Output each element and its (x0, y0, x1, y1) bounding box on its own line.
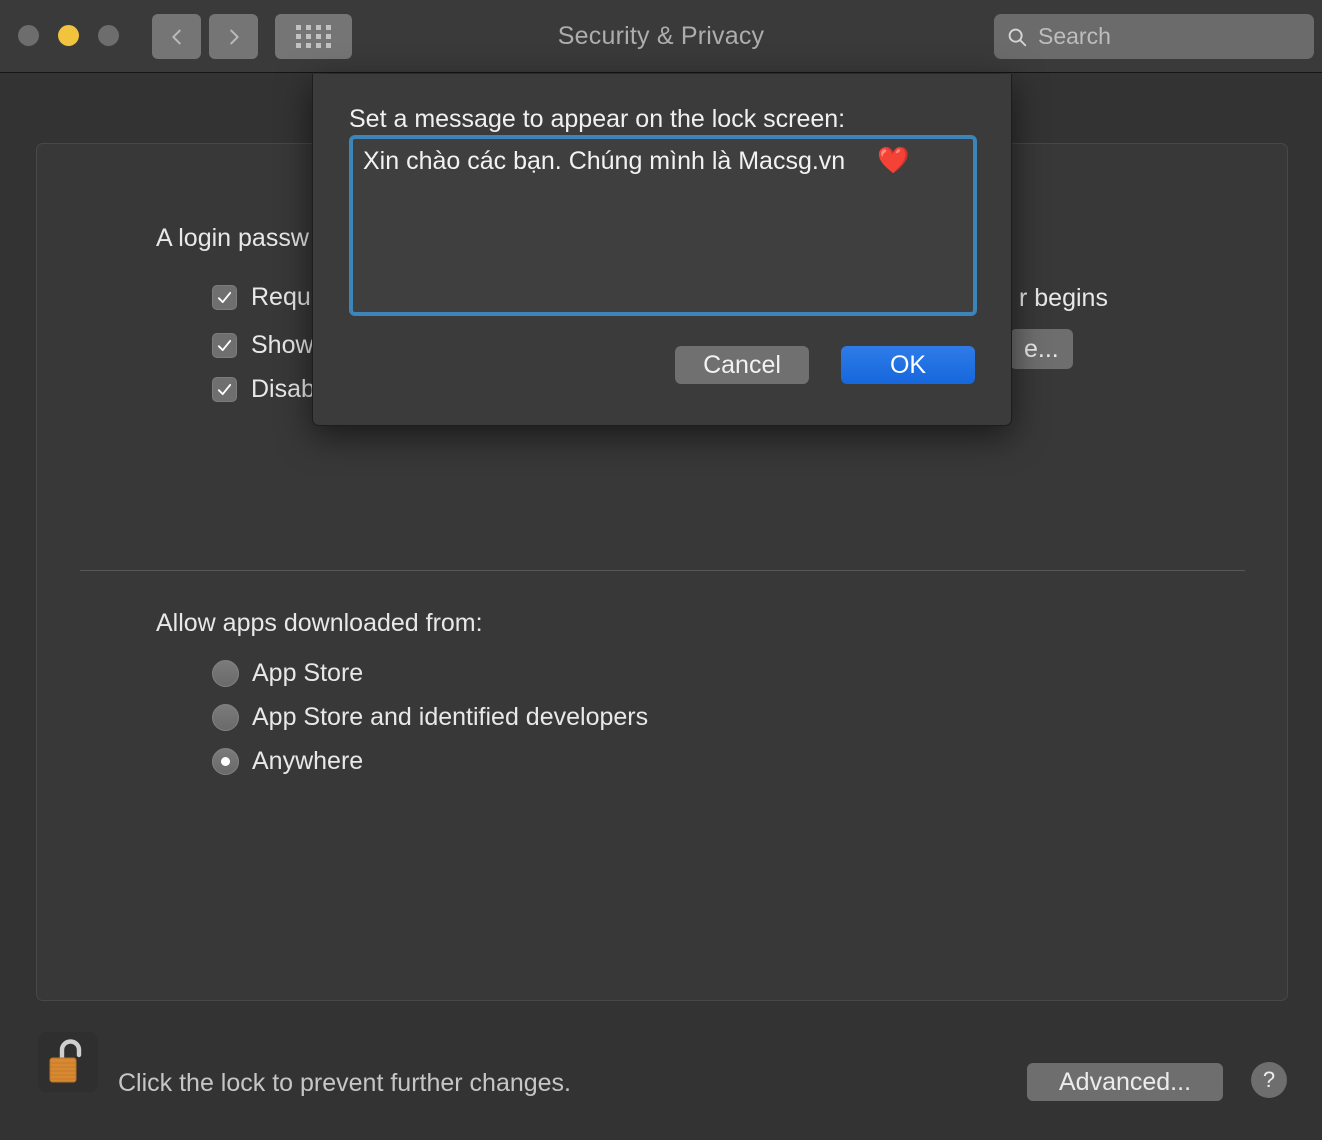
radio-button-icon[interactable] (212, 660, 239, 687)
checkbox-row-require-password[interactable]: Requi (212, 283, 316, 312)
radio-button-selected-icon[interactable] (212, 748, 239, 775)
advanced-button[interactable]: Advanced... (1027, 1063, 1223, 1101)
checkbox-label: Show (251, 331, 314, 360)
radio-label: App Store (252, 659, 363, 688)
show-all-grid-icon (296, 25, 331, 48)
login-password-heading: A login passw (156, 224, 309, 253)
search-input-placeholder: Search (1038, 23, 1111, 50)
lock-message-textarea[interactable]: Xin chào các bạn. Chúng mình là Macsg.vn… (349, 135, 977, 316)
checkbox-checkmark-icon[interactable] (212, 377, 237, 402)
checkbox-checkmark-icon[interactable] (212, 333, 237, 358)
set-lock-message-button[interactable]: e... (1010, 329, 1073, 369)
window-titlebar: Security & Privacy Search (0, 0, 1322, 73)
checkbox-row-show-message[interactable]: Show (212, 331, 314, 360)
radio-row-anywhere[interactable]: Anywhere (212, 747, 363, 776)
chevron-left-icon (166, 26, 188, 48)
sheet-button-row: Cancel OK (675, 346, 975, 384)
radio-row-app-store[interactable]: App Store (212, 659, 363, 688)
minimize-button[interactable] (58, 25, 79, 46)
checkbox-checkmark-icon[interactable] (212, 285, 237, 310)
search-field[interactable]: Search (994, 14, 1314, 59)
checkbox-label: Disab (251, 375, 315, 404)
require-password-trailing-text: r begins (1019, 284, 1108, 313)
show-all-button[interactable] (275, 14, 352, 59)
zoom-button[interactable] (98, 25, 119, 46)
lock-message-text-row: Xin chào các bạn. Chúng mình là Macsg.vn… (353, 139, 973, 312)
close-button[interactable] (18, 25, 39, 46)
checkbox-label: Requi (251, 283, 316, 312)
unlocked-padlock-icon (46, 1038, 90, 1086)
search-icon (1006, 26, 1028, 48)
ok-button[interactable]: OK (841, 346, 975, 384)
help-button[interactable]: ? (1251, 1062, 1287, 1098)
allow-apps-heading: Allow apps downloaded from: (156, 609, 483, 638)
radio-row-app-store-identified-developers[interactable]: App Store and identified developers (212, 703, 648, 732)
heart-emoji-icon: ❤️ (877, 147, 909, 173)
forward-button[interactable] (209, 14, 258, 59)
radio-button-icon[interactable] (212, 704, 239, 731)
lock-button[interactable] (38, 1032, 98, 1092)
lock-hint-text: Click the lock to prevent further change… (118, 1069, 571, 1098)
sheet-prompt-label: Set a message to appear on the lock scre… (349, 105, 845, 134)
traffic-light-group (18, 25, 119, 46)
chevron-right-icon (223, 26, 245, 48)
cancel-button[interactable]: Cancel (675, 346, 809, 384)
section-divider (80, 570, 1245, 571)
security-privacy-window: Security & Privacy Search A login passw … (0, 0, 1322, 1140)
radio-label: App Store and identified developers (252, 703, 648, 732)
checkbox-row-disable-login[interactable]: Disab (212, 375, 315, 404)
lock-message-sheet: Set a message to appear on the lock scre… (312, 74, 1012, 426)
lock-message-value: Xin chào các bạn. Chúng mình là Macsg.vn (363, 147, 845, 176)
back-button[interactable] (152, 14, 201, 59)
radio-label: Anywhere (252, 747, 363, 776)
